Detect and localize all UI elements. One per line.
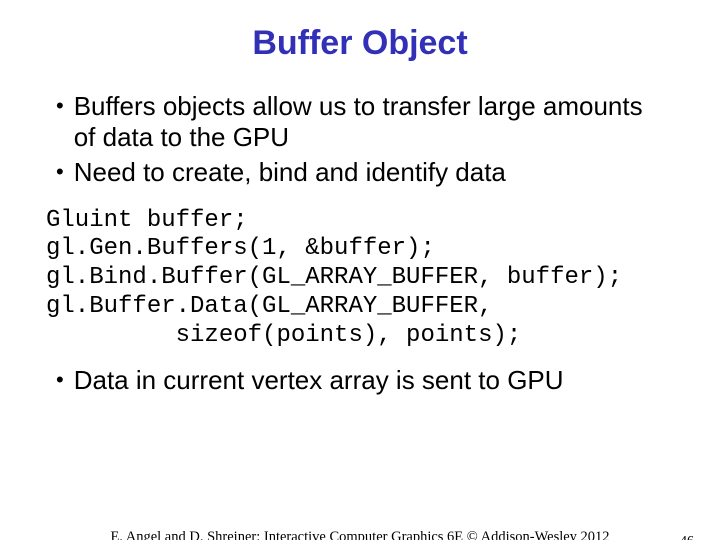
slide-title: Buffer Object [0,24,720,63]
bullet-dot-icon: • [56,159,64,185]
bullet-item: • Need to create, bind and identify data [56,157,670,188]
bullet-text: Data in current vertex array is sent to … [74,365,670,396]
page-number: 46 [680,534,694,540]
bullet-item: • Data in current vertex array is sent t… [56,365,670,396]
bullet-dot-icon: • [56,93,64,119]
slide: Buffer Object • Buffers objects allow us… [0,24,720,540]
bullets-bottom: • Data in current vertex array is sent t… [56,365,670,396]
bullet-dot-icon: • [56,367,64,393]
bullets-top: • Buffers objects allow us to transfer l… [56,91,670,189]
bullet-text: Need to create, bind and identify data [74,157,670,188]
footer-text: E. Angel and D. Shreiner: Interactive Co… [0,529,720,540]
code-block: Gluint buffer; gl.Gen.Buffers(1, &buffer… [46,207,674,351]
bullet-text: Buffers objects allow us to transfer lar… [74,91,670,153]
bullet-item: • Buffers objects allow us to transfer l… [56,91,670,153]
